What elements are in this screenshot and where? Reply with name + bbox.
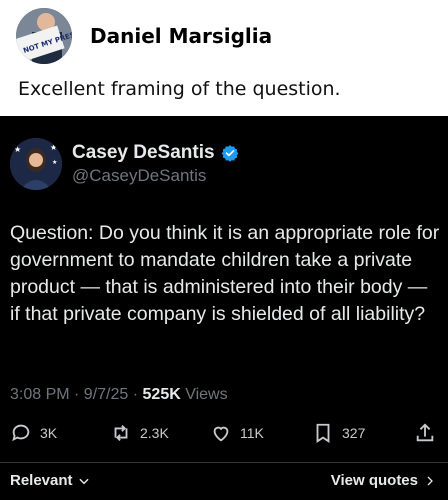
sort-relevant-dropdown[interactable]: Relevant xyxy=(10,472,91,489)
verified-badge-icon xyxy=(221,145,238,162)
reply-author-name[interactable]: Daniel Marsiglia xyxy=(90,24,272,48)
svg-text:★: ★ xyxy=(52,159,57,166)
user-avatar[interactable]: NOT MY PRESIDENT xyxy=(16,8,72,64)
reply-tweet: NOT MY PRESIDENT Daniel Marsiglia Excell… xyxy=(0,0,448,116)
bookmark-count: 327 xyxy=(342,425,366,441)
share-button[interactable] xyxy=(414,422,436,444)
bookmark-button[interactable]: 327 xyxy=(312,422,365,444)
view-quotes-label: View quotes xyxy=(330,472,418,489)
sort-label: Relevant xyxy=(10,472,73,489)
view-quotes-link[interactable]: View quotes xyxy=(331,472,436,489)
like-count: 11K xyxy=(240,425,264,441)
reply-text: Excellent framing of the question. xyxy=(18,78,341,100)
reply-icon xyxy=(12,424,30,442)
quoted-text: Question: Do you think it is an appropri… xyxy=(10,222,440,325)
quoted-handle[interactable]: @CaseyDeSantis xyxy=(72,166,206,186)
quoted-name-row: Casey DeSantis xyxy=(72,142,239,164)
like-button[interactable]: 11K xyxy=(210,422,264,444)
bookmark-icon xyxy=(316,423,330,443)
tweet-timestamp[interactable]: 3:08 PM · 9/7/25 · xyxy=(10,386,138,403)
repost-button[interactable]: 2.3K xyxy=(110,422,169,444)
reply-count: 3K xyxy=(40,425,58,441)
repost-icon xyxy=(114,425,128,441)
divider xyxy=(0,462,448,463)
quoted-author-name[interactable]: Casey DeSantis xyxy=(72,142,215,164)
views-label: Views xyxy=(185,386,228,403)
repost-count: 2.3K xyxy=(140,425,169,441)
action-bar: 3K 2.3K 11K 327 xyxy=(10,422,440,450)
reply-button[interactable]: 3K xyxy=(10,422,57,444)
tweet-meta: 3:08 PM · 9/7/25 · 525K Views xyxy=(10,386,228,404)
chevron-right-icon xyxy=(427,476,433,485)
heart-icon xyxy=(213,426,229,442)
chevron-down-icon xyxy=(78,478,89,484)
svg-text:★: ★ xyxy=(14,145,21,154)
quoted-tweet[interactable]: ★ ★ ★ Casey DeSantis @CaseyDeSantis Ques… xyxy=(0,116,448,500)
share-icon xyxy=(416,423,434,442)
quoted-avatar[interactable]: ★ ★ ★ xyxy=(10,138,62,190)
views-count: 525K xyxy=(142,386,181,403)
svg-text:★: ★ xyxy=(50,143,57,152)
